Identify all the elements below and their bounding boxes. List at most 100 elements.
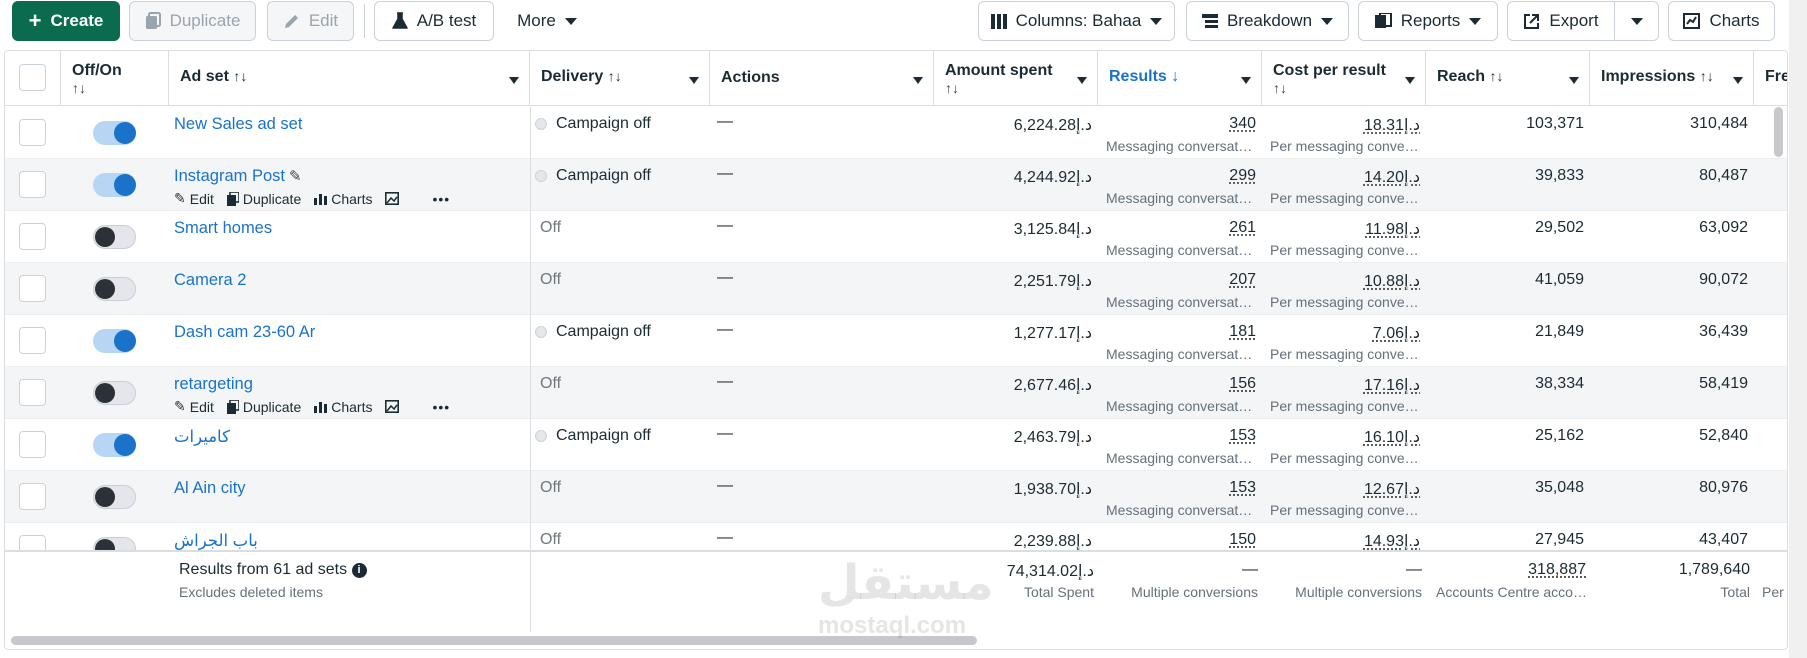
impressions-value: 43,407	[1699, 531, 1748, 548]
charts-button[interactable]: Charts	[1668, 1, 1775, 41]
row-preview-button[interactable]	[385, 192, 400, 205]
toolbar-divider	[364, 4, 365, 38]
total-results-label: Multiple conversions	[1131, 584, 1258, 600]
table-row[interactable]: Camera 2 Off — 2,251.79د.إ 207 Messaging conv…	[5, 263, 1787, 315]
results-value: 340	[1229, 115, 1256, 132]
header-offon[interactable]: Off/On ↑↓	[61, 51, 169, 106]
chevron-down-icon[interactable]	[1569, 77, 1579, 84]
column-divider	[530, 211, 531, 263]
table-row[interactable]: كاميرات Campaign off — 2,463.79د.إ 153 Messag…	[5, 419, 1787, 471]
row-duplicate-button[interactable]: Duplicate	[226, 399, 301, 415]
select-all-checkbox[interactable]	[19, 64, 46, 91]
header-delivery[interactable]: Delivery ↑↓	[530, 51, 710, 106]
info-icon[interactable]: i	[351, 563, 367, 578]
reports-dropdown[interactable]: Reports	[1358, 1, 1498, 41]
cost-per-result-type: Per messaging conve…	[1270, 450, 1419, 466]
header-adset[interactable]: Ad set ↑↓	[169, 51, 530, 106]
ab-test-button[interactable]: A/B test	[374, 1, 494, 41]
delivery-toggle[interactable]	[93, 225, 136, 249]
adset-name-link[interactable]: Dash cam 23-60 Ar	[174, 323, 315, 342]
row-more-icon[interactable]: •••	[432, 191, 450, 207]
row-preview-button[interactable]	[385, 400, 400, 413]
chevron-down-icon[interactable]	[1405, 77, 1415, 84]
table-row[interactable]: Al Ain city Off — 1,938.70د.إ 153 Messaging c…	[5, 471, 1787, 523]
amount-spent-value: 6,224.28د.إ	[1013, 117, 1092, 134]
chevron-down-icon[interactable]	[1733, 77, 1743, 84]
delivery-toggle[interactable]	[93, 121, 136, 145]
header-results[interactable]: Results ↓	[1098, 51, 1262, 106]
adset-name-link[interactable]: باب الجراش	[174, 531, 258, 551]
results-value: 261	[1229, 219, 1256, 236]
row-duplicate-button[interactable]: Duplicate	[226, 191, 301, 207]
duplicate-button[interactable]: Duplicate	[129, 1, 256, 41]
table-row[interactable]: Instagram Post ✎ ✎ Edit Duplicate Charts ••• Ca…	[5, 159, 1787, 211]
excludes-note: Excludes deleted items	[179, 584, 323, 600]
row-charts-button[interactable]: Charts	[314, 191, 372, 207]
sort-icon: ↑↓	[607, 68, 622, 84]
row-charts-button[interactable]: Charts	[314, 399, 372, 415]
row-more-icon[interactable]: •••	[432, 399, 450, 415]
adset-name-link[interactable]: Smart homes	[174, 219, 272, 238]
total-reach-label: Accounts Centre acco…	[1436, 584, 1587, 600]
toggle-knob	[114, 122, 136, 144]
table-row[interactable]: New Sales ad set Campaign off — 6,224.28د.إ…	[5, 107, 1787, 159]
adset-name-link[interactable]: Instagram Post ✎	[174, 167, 302, 186]
cost-per-result-type: Per messaging conve…	[1270, 502, 1419, 518]
header-actions[interactable]: Actions	[710, 51, 934, 106]
chevron-down-icon[interactable]	[689, 77, 699, 84]
create-button[interactable]: + Create	[12, 1, 120, 41]
delivery-toggle[interactable]	[93, 433, 136, 457]
chevron-down-icon[interactable]	[1077, 77, 1087, 84]
table-row[interactable]: Smart homes Off — 3,125.84د.إ 261 Messaging c…	[5, 211, 1787, 263]
more-dropdown[interactable]: More	[506, 1, 588, 41]
row-checkbox[interactable]	[19, 431, 46, 458]
total-impressions-value: 1,789,640	[1678, 561, 1750, 578]
row-checkbox[interactable]	[19, 379, 46, 406]
adset-name-link[interactable]: Al Ain city	[174, 479, 246, 498]
delivery-toggle[interactable]	[93, 173, 136, 197]
sort-icon: ↑↓	[945, 80, 959, 96]
delivery-toggle[interactable]	[93, 381, 136, 405]
delivery-status: Campaign off	[535, 115, 651, 133]
header-cost-per-result[interactable]: Cost per result ↑↓	[1262, 51, 1426, 106]
delivery-toggle[interactable]	[93, 329, 136, 353]
row-edit-button[interactable]: ✎ Edit	[174, 190, 214, 207]
chevron-down-icon[interactable]	[913, 77, 923, 84]
header-amount-spent[interactable]: Amount spent ↑↓	[934, 51, 1098, 106]
results-value: 207	[1229, 271, 1256, 288]
adset-name-link[interactable]: Camera 2	[174, 271, 246, 290]
total-reach-value: 318,887	[1528, 561, 1586, 578]
pencil-icon[interactable]: ✎	[289, 168, 302, 185]
delivery-toggle[interactable]	[93, 277, 136, 301]
reach-value: 35,048	[1535, 479, 1584, 496]
row-checkbox[interactable]	[19, 483, 46, 510]
delivery-toggle[interactable]	[93, 485, 136, 509]
chevron-down-icon[interactable]	[1241, 77, 1251, 84]
row-edit-button[interactable]: ✎ Edit	[174, 398, 214, 415]
row-checkbox[interactable]	[19, 171, 46, 198]
adset-name-link[interactable]: retargeting	[174, 375, 253, 394]
breakdown-icon	[1201, 13, 1218, 29]
export-options-dropdown[interactable]	[1614, 1, 1659, 41]
adset-name-link[interactable]: New Sales ad set	[174, 115, 302, 134]
page-scrollbar-track[interactable]	[1789, 0, 1807, 658]
total-frequency-label: Per	[1762, 584, 1784, 600]
header-reach[interactable]: Reach ↑↓	[1426, 51, 1590, 106]
edit-button[interactable]: Edit	[267, 1, 354, 41]
vertical-scrollbar[interactable]	[1774, 107, 1783, 157]
adset-name-link[interactable]: كاميرات	[174, 427, 230, 447]
breakdown-dropdown[interactable]: Breakdown	[1186, 1, 1349, 41]
row-checkbox[interactable]	[19, 327, 46, 354]
chevron-down-icon[interactable]	[509, 77, 519, 84]
header-frequency[interactable]: Fre	[1754, 51, 1787, 106]
columns-dropdown[interactable]: Columns: Bahaa	[978, 1, 1175, 41]
export-button[interactable]: Export	[1507, 1, 1615, 41]
actions-value: —	[717, 217, 733, 234]
row-checkbox[interactable]	[19, 119, 46, 146]
table-row[interactable]: Dash cam 23-60 Ar Campaign off — 1,277.17د.…	[5, 315, 1787, 367]
row-checkbox[interactable]	[19, 275, 46, 302]
sort-icon: ↑↓	[1273, 80, 1287, 96]
header-impressions[interactable]: Impressions ↑↓	[1590, 51, 1754, 106]
row-checkbox[interactable]	[19, 223, 46, 250]
table-row[interactable]: retargeting ✎ Edit Duplicate Charts ••• Off — 2,…	[5, 367, 1787, 419]
